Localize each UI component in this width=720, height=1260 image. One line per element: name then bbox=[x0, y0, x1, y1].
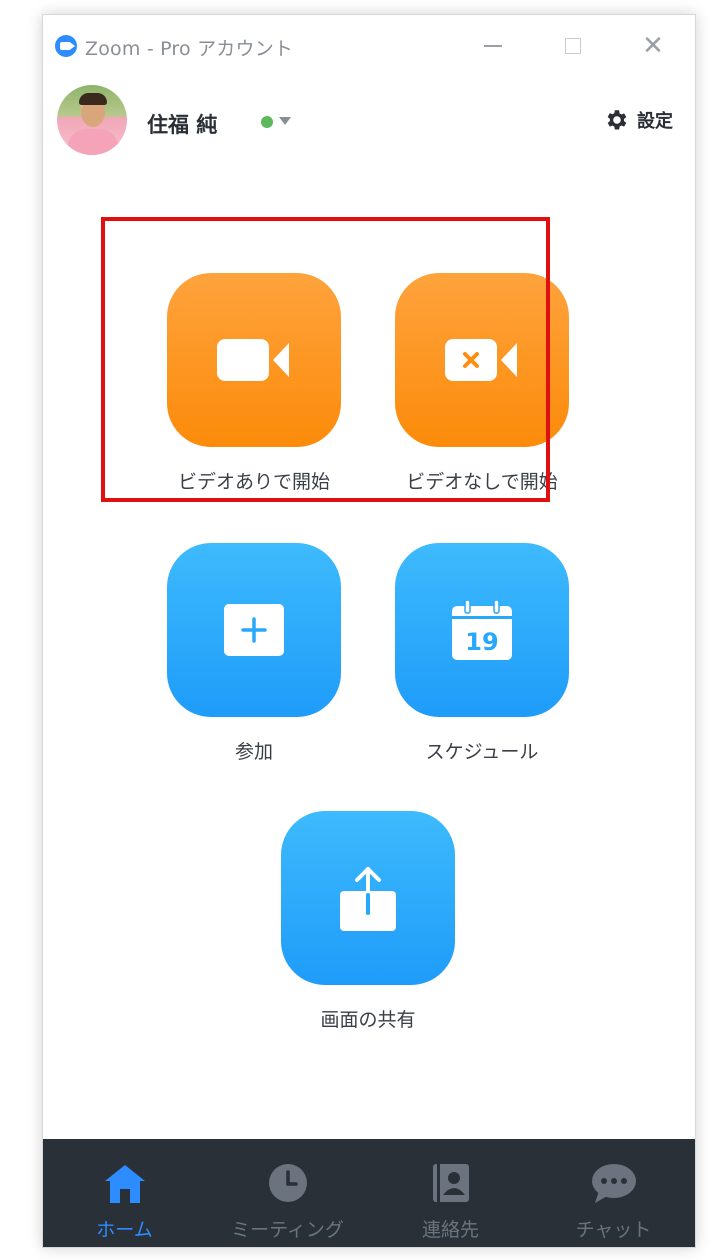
nav-contacts[interactable]: 連絡先 bbox=[369, 1139, 532, 1247]
status-dropdown-caret-icon[interactable] bbox=[279, 117, 291, 125]
share-screen-button[interactable] bbox=[281, 811, 455, 985]
nav-home-label: ホーム bbox=[96, 1219, 153, 1241]
settings-label: 設定 bbox=[637, 111, 673, 132]
maximize-button[interactable] bbox=[553, 29, 593, 63]
zoom-window: Zoom - Pro アカウント ✕ 住福 純 設定 ビデオありで開始 ビデオな… bbox=[42, 14, 696, 1248]
join-button[interactable] bbox=[167, 543, 341, 717]
contacts-icon bbox=[432, 1164, 469, 1202]
user-name: 住福 純 bbox=[147, 113, 218, 137]
avatar[interactable] bbox=[57, 85, 127, 155]
close-button[interactable]: ✕ bbox=[633, 29, 673, 63]
nav-contacts-label: 連絡先 bbox=[421, 1219, 479, 1241]
calendar-day: 19 bbox=[465, 628, 498, 656]
clock-icon bbox=[268, 1164, 307, 1202]
schedule-tile[interactable]: 19 スケジュール bbox=[395, 543, 569, 764]
schedule-label: スケジュール bbox=[425, 741, 539, 763]
title-bar: Zoom - Pro アカウント ✕ bbox=[43, 15, 695, 75]
plus-icon bbox=[224, 604, 284, 656]
maximize-icon bbox=[565, 38, 581, 54]
nav-meetings[interactable]: ミーティング bbox=[206, 1139, 369, 1247]
minimize-icon bbox=[484, 45, 502, 47]
join-label: 参加 bbox=[234, 741, 273, 763]
nav-chat[interactable]: チャット bbox=[532, 1139, 695, 1247]
share-screen-label: 画面の共有 bbox=[320, 1009, 416, 1031]
calendar-icon: 19 bbox=[452, 600, 512, 660]
highlight-annotation bbox=[101, 217, 550, 502]
bottom-nav: ホーム ミーティング 連絡先 チャット bbox=[43, 1139, 695, 1247]
share-screen-icon bbox=[340, 867, 396, 931]
nav-chat-label: チャット bbox=[575, 1219, 652, 1241]
zoom-logo-icon bbox=[55, 35, 77, 57]
home-icon bbox=[104, 1165, 145, 1203]
settings-button[interactable]: 設定 bbox=[603, 107, 673, 133]
window-title: Zoom - Pro アカウント bbox=[85, 38, 294, 60]
gear-icon bbox=[607, 110, 627, 130]
minimize-button[interactable] bbox=[473, 29, 513, 63]
schedule-button[interactable]: 19 bbox=[395, 543, 569, 717]
nav-meetings-label: ミーティング bbox=[231, 1219, 344, 1241]
chat-icon bbox=[591, 1164, 636, 1203]
status-indicator[interactable] bbox=[261, 116, 273, 128]
nav-home[interactable]: ホーム bbox=[43, 1139, 206, 1247]
share-screen-tile[interactable]: 画面の共有 bbox=[281, 811, 455, 1032]
join-tile[interactable]: 参加 bbox=[167, 543, 341, 764]
